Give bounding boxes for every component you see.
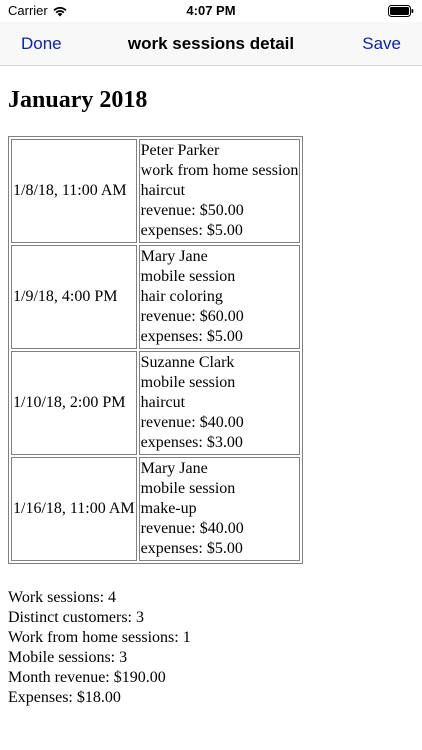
session-customer: Suzanne Clark: [140, 354, 235, 371]
session-details: Mary Jane mobile session hair coloring r…: [138, 245, 301, 349]
session-customer: Mary Jane: [140, 248, 208, 265]
summary-expenses: Expenses: $18.00: [8, 689, 121, 706]
status-time: 4:07 PM: [186, 3, 236, 18]
battery-icon: [388, 5, 414, 17]
summary-month-revenue: Month revenue: $190.00: [8, 669, 166, 686]
table-row: 1/10/18, 2:00 PM Suzanne Clark mobile se…: [11, 351, 301, 455]
session-customer: Peter Parker: [140, 142, 220, 159]
session-revenue: revenue: $50.00: [140, 202, 244, 219]
session-expenses: expenses: $5.00: [140, 540, 243, 557]
summary-work-from-home-sessions: Work from home sessions: 1: [8, 629, 191, 646]
session-service: haircut: [140, 394, 186, 411]
session-revenue: revenue: $40.00: [140, 414, 244, 431]
session-expenses: expenses: $3.00: [140, 434, 243, 451]
session-service: hair coloring: [140, 288, 223, 305]
month-heading: January 2018: [8, 87, 148, 113]
session-date: 1/8/18, 11:00 AM: [11, 139, 137, 243]
session-details: Suzanne Clark mobile session haircut rev…: [138, 351, 301, 455]
session-date: 1/9/18, 4:00 PM: [11, 245, 137, 349]
session-service: haircut: [140, 182, 186, 199]
session-revenue: revenue: $40.00: [140, 520, 244, 537]
session-type: mobile session: [140, 374, 236, 391]
table-row: 1/9/18, 4:00 PM Mary Jane mobile session…: [11, 245, 301, 349]
session-customer: Mary Jane: [140, 460, 208, 477]
session-type: work from home session: [140, 162, 299, 179]
session-type: mobile session: [140, 480, 236, 497]
page-title: work sessions detail: [127, 34, 295, 53]
session-expenses: expenses: $5.00: [140, 328, 243, 345]
summary-distinct-customers: Distinct customers: 3: [8, 609, 144, 626]
status-bar: Carrier 4:07 PM: [0, 0, 422, 22]
sessions-table: 1/8/18, 11:00 AM Peter Parker work from …: [8, 136, 304, 564]
save-button[interactable]: Save: [362, 34, 401, 54]
session-service: make-up: [140, 500, 197, 517]
session-details: Peter Parker work from home session hair…: [138, 139, 301, 243]
table-row: 1/8/18, 11:00 AM Peter Parker work from …: [11, 139, 301, 243]
session-details: Mary Jane mobile session make-up revenue…: [138, 457, 301, 561]
session-type: mobile session: [140, 268, 236, 285]
summary-mobile-sessions: Mobile sessions: 3: [8, 649, 128, 666]
session-revenue: revenue: $60.00: [140, 308, 244, 325]
session-date: 1/10/18, 2:00 PM: [11, 351, 137, 455]
navigation-bar: Done work sessions detail Save: [0, 22, 422, 66]
month-summary: Work sessions: 4 Distinct customers: 3 W…: [8, 588, 191, 708]
summary-work-sessions: Work sessions: 4: [8, 589, 117, 606]
session-date: 1/16/18, 11:00 AM: [11, 457, 137, 561]
session-expenses: expenses: $5.00: [140, 222, 243, 239]
table-row: 1/16/18, 11:00 AM Mary Jane mobile sessi…: [11, 457, 301, 561]
